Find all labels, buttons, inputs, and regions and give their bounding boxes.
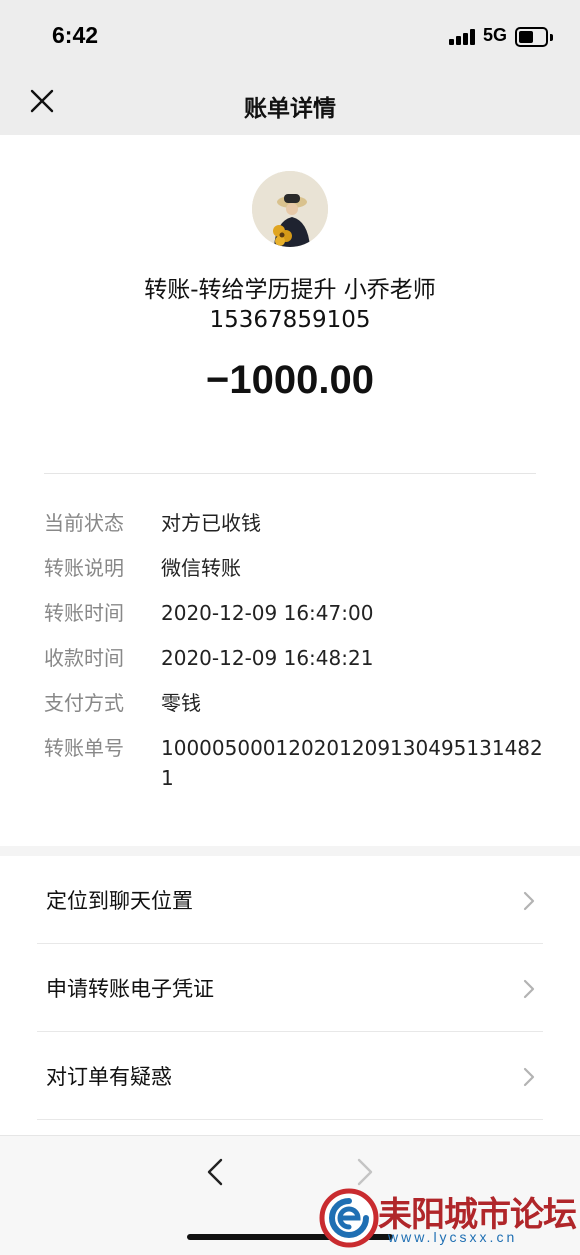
action-order-question[interactable]: 对订单有疑惑 bbox=[0, 1032, 580, 1120]
divider bbox=[37, 1119, 543, 1120]
detail-value: 零钱 bbox=[161, 691, 201, 715]
battery-icon bbox=[515, 27, 553, 47]
chevron-right-icon bbox=[357, 1158, 373, 1186]
top-bar: 6:42 5G 账单详情 bbox=[0, 0, 580, 135]
watermark: 耒阳城市论坛 www.lycsxx.cn bbox=[318, 1185, 580, 1255]
action-locate-chat[interactable]: 定位到聊天位置 bbox=[0, 856, 580, 944]
action-label: 申请转账电子凭证 bbox=[46, 977, 214, 1001]
forward-button[interactable] bbox=[353, 1156, 377, 1188]
nav-bar: 账单详情 bbox=[0, 72, 580, 135]
detail-label: 转账说明 bbox=[44, 556, 124, 580]
detail-label: 收款时间 bbox=[44, 646, 124, 670]
detail-list: 当前状态 对方已收钱 转账说明 微信转账 转账时间 2020-12-09 16:… bbox=[44, 508, 544, 803]
divider bbox=[44, 473, 536, 474]
detail-row-payment-method: 支付方式 零钱 bbox=[44, 688, 544, 733]
action-apply-receipt[interactable]: 申请转账电子凭证 bbox=[0, 944, 580, 1032]
back-button[interactable] bbox=[203, 1156, 227, 1188]
chevron-right-icon bbox=[523, 891, 535, 911]
section-gap bbox=[0, 846, 580, 856]
detail-label: 转账单号 bbox=[44, 736, 124, 760]
avatar-image bbox=[252, 171, 328, 247]
watermark-url: www.lycsxx.cn bbox=[388, 1229, 518, 1245]
detail-value: 微信转账 bbox=[161, 556, 241, 580]
action-list: 定位到聊天位置 申请转账电子凭证 对订单有疑惑 bbox=[0, 856, 580, 1120]
action-label: 定位到聊天位置 bbox=[46, 889, 193, 913]
action-label: 对订单有疑惑 bbox=[46, 1065, 172, 1089]
avatar[interactable] bbox=[252, 171, 328, 247]
transfer-amount: −1000.00 bbox=[206, 358, 374, 402]
recipient-name: 转账-转给学历提升 小乔老师 bbox=[144, 277, 436, 303]
detail-row-note: 转账说明 微信转账 bbox=[44, 553, 544, 598]
status-bar: 6:42 5G bbox=[0, 0, 580, 72]
watermark-logo-icon bbox=[319, 1188, 379, 1248]
detail-value: 2020-12-09 16:48:21 bbox=[161, 646, 374, 670]
signal-icon bbox=[449, 29, 477, 45]
detail-row-transfer-id: 转账单号 100005000120201209130495131482​1 bbox=[44, 733, 544, 803]
detail-row-receive-time: 收款时间 2020-12-09 16:48:21 bbox=[44, 643, 544, 688]
chevron-left-icon bbox=[207, 1158, 223, 1186]
chevron-right-icon bbox=[523, 979, 535, 999]
status-time: 6:42 bbox=[52, 22, 99, 48]
detail-value: 对方已收钱 bbox=[161, 511, 261, 535]
chevron-right-icon bbox=[523, 1067, 535, 1087]
detail-row-transfer-time: 转账时间 2020-12-09 16:47:00 bbox=[44, 598, 544, 643]
network-type: 5G bbox=[483, 25, 508, 45]
detail-label: 支付方式 bbox=[44, 691, 124, 715]
detail-label: 转账时间 bbox=[44, 601, 124, 625]
detail-label: 当前状态 bbox=[44, 511, 124, 535]
recipient-phone: 15367859105 bbox=[209, 307, 371, 333]
detail-value: 2020-12-09 16:47:00 bbox=[161, 601, 374, 625]
detail-row-status: 当前状态 对方已收钱 bbox=[44, 508, 544, 553]
page-title: 账单详情 bbox=[244, 96, 336, 122]
detail-value[interactable]: 100005000120201209130495131482​1 bbox=[161, 733, 544, 803]
